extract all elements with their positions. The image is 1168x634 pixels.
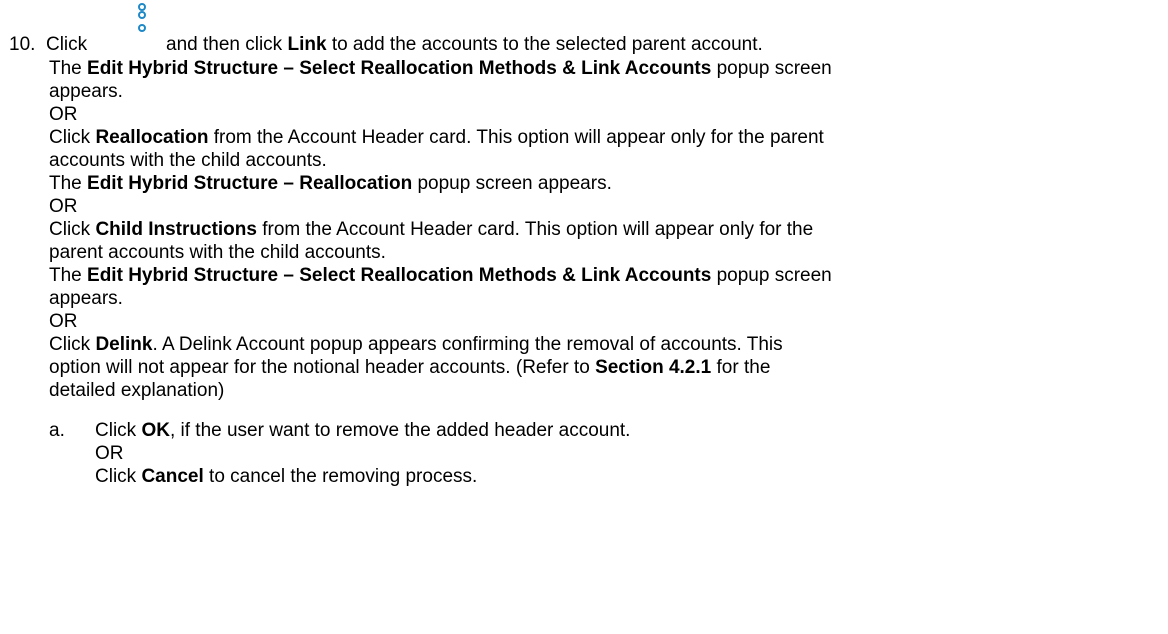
p3-bold: Edit Hybrid Structure – Reallocation — [87, 173, 413, 194]
or-2: OR — [49, 196, 78, 218]
sub-a-cancel-post: to cancel the removing process. — [209, 466, 478, 487]
paragraph-2-cont: accounts with the child accounts. — [49, 150, 327, 172]
paragraph-6: Click Delink. A Delink Account popup app… — [49, 334, 783, 356]
document-page: 10. Click and then click Link to add the… — [0, 0, 1168, 634]
paragraph-5-cont: appears. — [49, 288, 123, 310]
or-3: OR — [49, 311, 78, 333]
step-text-1: and then click — [166, 34, 283, 55]
p1-pre: The — [49, 58, 82, 79]
step-click-word: Click — [45, 34, 88, 55]
p2-bold: Reallocation — [95, 127, 209, 148]
step-line-rest: and then click Link to add the accounts … — [166, 34, 763, 56]
sub-a-post: , if the user want to remove the added h… — [169, 420, 631, 441]
paragraph-5: The Edit Hybrid Structure – Select Reall… — [49, 265, 832, 287]
sub-a-or: OR — [95, 443, 124, 464]
p5-pre: The — [49, 265, 82, 286]
sub-item-a-cancel: Click Cancel to cancel the removing proc… — [95, 466, 477, 488]
p4-cont: parent accounts with the child accounts. — [49, 242, 386, 263]
sub-item-a-letter: a. — [49, 420, 65, 442]
paragraph-1-cont: appears. — [49, 81, 123, 103]
p2-cont: accounts with the child accounts. — [49, 150, 327, 171]
sub-item-a: Click OK, if the user want to remove the… — [95, 420, 630, 442]
p5-cont: appears. — [49, 288, 123, 309]
vertical-dots-icon — [138, 3, 146, 32]
p4-post: from the Account Header card. This optio… — [262, 219, 814, 240]
p6-bold: Delink — [95, 334, 153, 355]
sub-a-cancel-bold: Cancel — [141, 466, 204, 487]
p2-post: from the Account Header card. This optio… — [213, 127, 824, 148]
or-1: OR — [49, 104, 78, 126]
or-label-3: OR — [49, 311, 78, 332]
p6-line3: detailed explanation) — [49, 380, 225, 401]
sub-a-pre: Click — [95, 420, 137, 441]
p1-bold: Edit Hybrid Structure – Select Reallocat… — [87, 58, 712, 79]
paragraph-4-cont: parent accounts with the child accounts. — [49, 242, 386, 264]
paragraph-2: Click Reallocation from the Account Head… — [49, 127, 824, 149]
p5-bold: Edit Hybrid Structure – Select Reallocat… — [87, 265, 712, 286]
link-label: Link — [287, 34, 327, 55]
step-line: 10. Click — [9, 34, 87, 56]
paragraph-6-line3: detailed explanation) — [49, 380, 224, 402]
paragraph-4: Click Child Instructions from the Accoun… — [49, 219, 813, 241]
p6-line2-post: for the — [716, 357, 771, 378]
p6-post: . A Delink Account popup appears confirm… — [152, 334, 783, 355]
paragraph-1: The Edit Hybrid Structure – Select Reall… — [49, 58, 832, 80]
sub-a-letter: a. — [49, 420, 65, 441]
p3-post: popup screen appears. — [417, 173, 612, 194]
p1-cont: appears. — [49, 81, 123, 102]
p3-pre: The — [49, 173, 82, 194]
sub-item-a-or: OR — [95, 443, 124, 465]
or-label-2: OR — [49, 196, 78, 217]
p4-bold: Child Instructions — [95, 219, 257, 240]
p6-pre: Click — [49, 334, 91, 355]
p6-line2-bold: Section 4.2.1 — [595, 357, 712, 378]
p6-line2: option will not appear for the notional … — [49, 357, 590, 378]
p1-post: popup screen — [716, 58, 832, 79]
p4-pre: Click — [49, 219, 91, 240]
or-label-1: OR — [49, 104, 78, 125]
step-number: 10. — [9, 34, 36, 55]
sub-a-cancel-pre: Click — [95, 466, 137, 487]
sub-a-bold: OK — [141, 420, 170, 441]
p5-post: popup screen — [716, 265, 832, 286]
paragraph-3: The Edit Hybrid Structure – Reallocation… — [49, 173, 612, 195]
p2-pre: Click — [49, 127, 91, 148]
step-text-2: to add the accounts to the selected pare… — [331, 34, 763, 55]
paragraph-6-line2: option will not appear for the notional … — [49, 357, 770, 379]
